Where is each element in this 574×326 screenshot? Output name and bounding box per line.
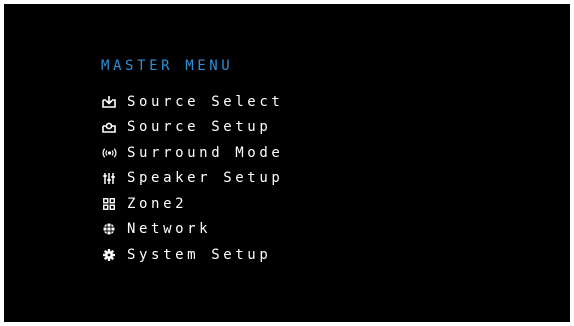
source-setup-icon — [101, 119, 117, 135]
menu-item-label: Source Setup — [127, 119, 272, 136]
menu-item-label: Network — [127, 221, 212, 238]
menu-item-speaker-setup[interactable]: Speaker Setup — [101, 166, 283, 192]
system-setup-icon — [101, 247, 117, 263]
zone2-icon — [101, 196, 117, 212]
menu-item-zone2[interactable]: Zone2 — [101, 191, 283, 217]
source-select-icon — [101, 94, 117, 110]
menu-item-label: System Setup — [127, 246, 272, 263]
speaker-setup-icon — [101, 170, 117, 186]
menu-item-network[interactable]: Network — [101, 217, 283, 243]
menu-item-label: Surround Mode — [127, 144, 284, 161]
menu-item-label: Speaker Setup — [127, 170, 284, 187]
network-icon — [101, 221, 117, 237]
menu-item-source-setup[interactable]: Source Setup — [101, 115, 283, 141]
osd-screen: MASTER MENU Source Select Source Setup S… — [4, 4, 570, 322]
menu-item-surround-mode[interactable]: Surround Mode — [101, 140, 283, 166]
master-menu-list: Source Select Source Setup Surround Mode — [101, 89, 283, 268]
menu-item-system-setup[interactable]: System Setup — [101, 242, 283, 268]
menu-item-label: Zone2 — [127, 195, 188, 212]
menu-title: MASTER MENU — [101, 58, 234, 74]
surround-mode-icon — [101, 145, 117, 161]
menu-item-label: Source Select — [127, 93, 284, 110]
menu-item-source-select[interactable]: Source Select — [101, 89, 283, 115]
